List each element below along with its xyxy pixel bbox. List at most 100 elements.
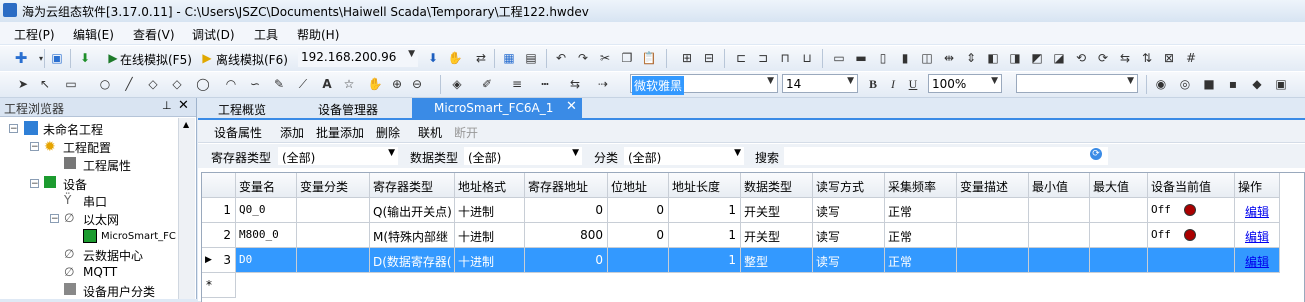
expand-icon[interactable]: − (30, 179, 39, 189)
column-header[interactable]: 变量描述 (957, 173, 1029, 198)
rotate-right-icon[interactable]: ⟳ (1094, 49, 1112, 67)
shape-2-icon[interactable]: ◎ (1176, 75, 1194, 93)
hand-icon[interactable]: ✋ (446, 49, 464, 67)
curve-icon[interactable]: ∽ (246, 75, 264, 93)
underline-button[interactable]: U (904, 75, 922, 93)
edit-link[interactable]: 编辑 (1245, 253, 1269, 270)
tree-item-project-props[interactable]: 工程属性 (83, 157, 131, 174)
column-header[interactable]: 变量名 (236, 173, 297, 198)
column-header[interactable]: 变量分类 (297, 173, 370, 198)
menu-debug[interactable]: 调试(D) (192, 26, 235, 43)
line-icon[interactable]: ╱ (120, 75, 138, 93)
address-format-cell[interactable]: 十进制 (455, 223, 525, 248)
undo-icon[interactable]: ↶ (552, 49, 570, 67)
column-header[interactable]: 地址长度 (669, 173, 741, 198)
tree-item-serial[interactable]: 串口 (83, 193, 107, 210)
send-back-icon[interactable]: ◨ (1006, 49, 1024, 67)
sample-rate-cell[interactable]: 正常 (885, 223, 957, 248)
expand-icon[interactable]: − (50, 214, 59, 224)
ip-combo[interactable]: 192.168.200.96 ▼ (298, 48, 418, 67)
close-icon[interactable]: ✕ (178, 98, 189, 113)
line-width-icon[interactable]: ≡ (508, 75, 526, 93)
row-number-cell[interactable]: 1 (202, 198, 236, 223)
menu-help[interactable]: 帮助(H) (297, 26, 339, 43)
tree-scrollbar[interactable]: ▲ (178, 118, 195, 299)
shape-4-icon[interactable]: ▪ (1224, 75, 1242, 93)
tree-item-project-config[interactable]: 工程配置 (63, 139, 111, 156)
register-type-cell[interactable]: M(特殊内部继 (370, 223, 455, 248)
reg-type-select[interactable]: (全部) ▼ (278, 147, 398, 165)
layer-combo[interactable]: ▼ (1016, 74, 1138, 93)
tree-item-devices[interactable]: 设备 (63, 176, 87, 193)
download-icon[interactable]: ⬇ (76, 49, 94, 67)
refresh-icon[interactable]: ⟳ (1090, 148, 1102, 160)
current-value-cell[interactable]: Off (1148, 223, 1235, 248)
align-left-icon[interactable]: ⊏ (732, 49, 750, 67)
column-header[interactable]: 操作 (1235, 173, 1280, 198)
redo-icon[interactable]: ↷ (574, 49, 592, 67)
same-height-icon[interactable]: ▮ (896, 49, 914, 67)
var-desc-cell[interactable] (957, 248, 1029, 273)
disconnect-button[interactable]: 断开 (454, 124, 478, 141)
spacing-v-icon[interactable]: ⇕ (962, 49, 980, 67)
same-width-icon[interactable]: ▯ (874, 49, 892, 67)
pointer-icon[interactable]: ➤ (14, 75, 32, 93)
save-icon[interactable]: ▣ (48, 49, 66, 67)
send-backward-icon[interactable]: ◪ (1050, 49, 1068, 67)
new-icon[interactable]: ✚ (12, 49, 30, 67)
device-props-button[interactable]: 设备属性 (214, 124, 262, 141)
shape-1-icon[interactable]: ◉ (1152, 75, 1170, 93)
column-header[interactable]: 读写方式 (813, 173, 885, 198)
ellipse-icon[interactable]: ◯ (194, 75, 212, 93)
polyline-icon[interactable]: ⟋ (294, 75, 312, 93)
shape-3-icon[interactable]: ■ (1200, 75, 1218, 93)
batch-add-button[interactable]: 批量添加 (316, 124, 364, 141)
address-length-cell[interactable]: 1 (669, 248, 741, 273)
align-bottom-icon[interactable]: ▭ (830, 49, 848, 67)
var-name-cell[interactable]: M800_0 (236, 223, 297, 248)
column-header[interactable]: 数据类型 (741, 173, 813, 198)
bit-address-cell[interactable] (608, 248, 669, 273)
var-desc-cell[interactable] (957, 198, 1029, 223)
polygon-icon[interactable]: ◇ (168, 75, 186, 93)
op-cell[interactable]: 编辑 (1235, 198, 1280, 223)
tree-item-project[interactable]: 未命名工程 (43, 121, 103, 138)
italic-button[interactable]: I (884, 75, 902, 93)
window-icon[interactable]: ▤ (522, 49, 540, 67)
tab-overview[interactable]: 工程概览 (198, 98, 298, 118)
column-header[interactable]: 设备当前值 (1148, 173, 1235, 198)
line-style-icon[interactable]: ┅ (536, 75, 554, 93)
tree-item-cloud[interactable]: 云数据中心 (83, 247, 143, 264)
var-desc-cell[interactable] (957, 223, 1029, 248)
zoom-combo[interactable]: 100% ▼ (928, 74, 1002, 93)
row-number-cell[interactable]: 2 (202, 223, 236, 248)
max-value-cell[interactable] (1090, 198, 1148, 223)
pin-icon[interactable]: ⊥ (162, 99, 172, 112)
diamond-icon[interactable]: ◇ (144, 75, 162, 93)
star-icon[interactable]: ☆ (340, 75, 358, 93)
group-icon[interactable]: ⊞ (678, 49, 696, 67)
align-center-icon[interactable]: ⊐ (754, 49, 772, 67)
address-format-cell[interactable]: 十进制 (455, 198, 525, 223)
expand-icon[interactable]: − (30, 142, 39, 152)
current-value-cell[interactable] (1148, 248, 1235, 273)
lock-icon[interactable]: ⊠ (1160, 49, 1178, 67)
online-sim-button[interactable]: 在线模拟(F5) (120, 51, 192, 68)
column-header[interactable]: 最大值 (1090, 173, 1148, 198)
ungroup-icon[interactable]: ⊟ (700, 49, 718, 67)
tree-item-ethernet[interactable]: 以太网 (83, 211, 119, 228)
rw-mode-cell[interactable]: 读写 (813, 198, 885, 223)
hand-pan-icon[interactable]: ✋ (366, 75, 384, 93)
op-cell[interactable]: 编辑 (1235, 248, 1280, 273)
connect-button[interactable]: 联机 (418, 124, 442, 141)
tab-device-manager[interactable]: 设备管理器 (298, 98, 410, 118)
address-length-cell[interactable]: 1 (669, 223, 741, 248)
search-input[interactable] (784, 147, 1108, 165)
tree-item-user-category[interactable]: 设备用户分类 (83, 283, 155, 300)
tree-item-plc[interactable]: MicroSmart_FC (101, 231, 176, 242)
font-name-combo[interactable]: 微软雅黑 ▼ (630, 74, 778, 95)
rw-mode-cell[interactable]: 读写 (813, 223, 885, 248)
bit-address-cell[interactable]: 0 (608, 198, 669, 223)
column-header[interactable]: 最小值 (1029, 173, 1090, 198)
rectangle-icon[interactable]: ▭ (62, 75, 80, 93)
